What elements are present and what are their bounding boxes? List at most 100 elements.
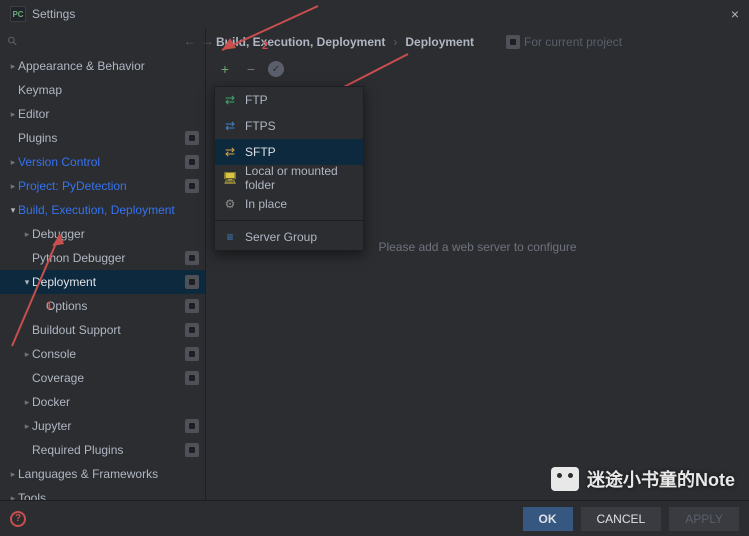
dropdown-item-label: SFTP: [245, 145, 355, 159]
sidebar-item[interactable]: ▸Languages & Frameworks: [0, 462, 205, 486]
sidebar-item-label: Keymap: [18, 83, 199, 97]
chevron-right-icon: ▸: [22, 229, 32, 240]
sidebar-item[interactable]: Buildout Support: [0, 318, 205, 342]
ftp-icon: ⇄: [223, 93, 237, 107]
chevron-right-icon: ▸: [8, 493, 18, 501]
sftp-icon: ⇄: [223, 145, 237, 159]
project-icon: [185, 155, 199, 169]
dropdown-item[interactable]: 🖥Local or mounted folder: [215, 165, 363, 191]
breadcrumb-part[interactable]: Build, Execution, Deployment: [216, 35, 385, 49]
sidebar-item[interactable]: ▸Appearance & Behavior: [0, 54, 205, 78]
sidebar-item-label: Console: [32, 347, 181, 361]
server-group-icon: ≡: [223, 230, 237, 244]
project-icon: [185, 179, 199, 193]
sidebar-item-label: Tools: [18, 491, 199, 500]
close-icon[interactable]: ×: [731, 6, 739, 22]
sidebar-item[interactable]: Options: [0, 294, 205, 318]
dropdown-item-label: Local or mounted folder: [245, 164, 355, 192]
chevron-right-icon: ▸: [22, 397, 32, 408]
dropdown-item-label: Server Group: [245, 230, 355, 244]
sidebar-item-label: Docker: [32, 395, 199, 409]
project-icon: [185, 443, 199, 457]
dropdown-item-label: In place: [245, 197, 355, 211]
sidebar-item[interactable]: Plugins: [0, 126, 205, 150]
sidebar-item[interactable]: Keymap: [0, 78, 205, 102]
dropdown-item-label: FTP: [245, 93, 355, 107]
deployment-toolbar: + − ✓: [206, 56, 749, 82]
project-icon: [185, 275, 199, 289]
dropdown-item[interactable]: ⇄FTPS: [215, 113, 363, 139]
sidebar-item-label: Debugger: [32, 227, 199, 241]
dialog-footer: ? OK CANCEL APPLY: [0, 500, 749, 536]
app-icon: PC: [10, 6, 26, 22]
chevron-right-icon: ▸: [22, 349, 32, 360]
project-icon: [185, 299, 199, 313]
back-icon[interactable]: ←: [184, 34, 196, 48]
sidebar-item[interactable]: Required Plugins: [0, 438, 205, 462]
sidebar-item[interactable]: ▾Deployment: [0, 270, 205, 294]
sidebar-item-label: Version Control: [18, 155, 181, 169]
project-icon: [506, 35, 520, 49]
set-default-button[interactable]: ✓: [268, 61, 284, 77]
sidebar-item[interactable]: ▸Tools: [0, 486, 205, 500]
project-icon: [185, 419, 199, 433]
apply-button[interactable]: APPLY: [669, 507, 739, 531]
sidebar-item[interactable]: ▸Debugger: [0, 222, 205, 246]
dropdown-item[interactable]: ⇄ SFTP: [215, 139, 363, 165]
chevron-right-icon: ▸: [8, 469, 18, 480]
window-title: Settings: [32, 7, 75, 21]
server-type-dropdown: ⇄ FTP ⇄FTPS ⇄ SFTP 🖥Local or mounted folder ⚙ I…: [214, 86, 364, 251]
chevron-down-icon: ▾: [22, 277, 32, 288]
sidebar-item[interactable]: ▾Build, Execution, Deployment: [0, 198, 205, 222]
ok-button[interactable]: OK: [523, 507, 573, 531]
chevron-right-icon: ▸: [8, 181, 18, 192]
breadcrumb: Build, Execution, Deployment › Deploymen…: [206, 28, 749, 56]
project-icon: [185, 323, 199, 337]
sidebar-item-label: Python Debugger: [32, 251, 181, 265]
dropdown-item-label: FTPS: [245, 119, 355, 133]
sidebar-item[interactable]: ▸Version Control: [0, 150, 205, 174]
sidebar-item-label: Languages & Frameworks: [18, 467, 199, 481]
sidebar-item[interactable]: Python Debugger: [0, 246, 205, 270]
sidebar-item-label: Appearance & Behavior: [18, 59, 199, 73]
sidebar-item[interactable]: ▸Project: PyDetection: [0, 174, 205, 198]
search-icon: ⚲: [4, 33, 20, 49]
sidebar-item-label: Coverage: [32, 371, 181, 385]
sidebar-item-label: Plugins: [18, 131, 181, 145]
search-input[interactable]: [23, 34, 178, 48]
sidebar-item-label: Deployment: [32, 275, 181, 289]
sidebar-item-label: Jupyter: [32, 419, 181, 433]
settings-content: Build, Execution, Deployment › Deploymen…: [206, 28, 749, 500]
sidebar-item-label: Options: [46, 299, 181, 313]
sidebar-item-label: Required Plugins: [32, 443, 181, 457]
add-button[interactable]: +: [216, 60, 234, 78]
chevron-right-icon: ▸: [8, 109, 18, 120]
sidebar-item[interactable]: ▸Editor: [0, 102, 205, 126]
for-current-project: For current project: [502, 35, 622, 49]
sidebar-item[interactable]: ▸Jupyter: [0, 414, 205, 438]
help-icon[interactable]: ?: [10, 511, 26, 527]
dropdown-item[interactable]: ≡ Server Group: [215, 224, 363, 250]
remove-button[interactable]: −: [242, 60, 260, 78]
project-icon: [185, 347, 199, 361]
chevron-right-icon: ▸: [8, 61, 18, 72]
sidebar-item-label: Buildout Support: [32, 323, 181, 337]
cancel-button[interactable]: CANCEL: [581, 507, 662, 531]
breadcrumb-part[interactable]: Deployment: [405, 35, 474, 49]
empty-state-text: Please add a web server to configure: [378, 240, 576, 254]
sidebar-item[interactable]: ▸Docker: [0, 390, 205, 414]
dropdown-item[interactable]: ⇄ FTP: [215, 87, 363, 113]
separator: [215, 220, 363, 221]
inplace-icon: ⚙: [223, 197, 237, 211]
project-icon: [185, 371, 199, 385]
dropdown-item[interactable]: ⚙ In place: [215, 191, 363, 217]
sidebar-item[interactable]: ▸Console: [0, 342, 205, 366]
title-bar: PC Settings ×: [0, 0, 749, 28]
sidebar-item[interactable]: Coverage: [0, 366, 205, 390]
chevron-right-icon: ▸: [8, 157, 18, 168]
chevron-right-icon: ›: [393, 35, 397, 49]
settings-sidebar: ⚲ ← → ▸Appearance & BehaviorKeymap▸Edito…: [0, 28, 206, 500]
sidebar-item-label: Editor: [18, 107, 199, 121]
settings-tree: ▸Appearance & BehaviorKeymap▸EditorPlugi…: [0, 54, 205, 500]
sidebar-item-label: Project: PyDetection: [18, 179, 181, 193]
